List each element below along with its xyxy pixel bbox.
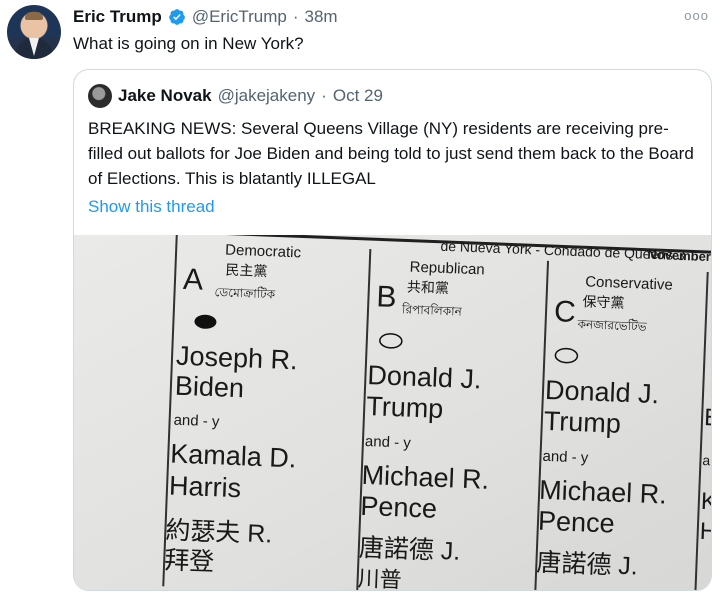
tweet-time[interactable]: 38m [305, 7, 338, 27]
verified-badge-icon [168, 9, 185, 25]
more-options-icon[interactable]: ooo [684, 8, 709, 23]
photo-shade [74, 235, 711, 590]
separator-dot: · [321, 86, 327, 105]
quoted-tweet-header: Jake Novak @jakejakeny · Oct 29 [88, 84, 383, 108]
quoted-author-handle[interactable]: @jakejakeny [218, 86, 316, 106]
show-thread-link[interactable]: Show this thread [88, 197, 215, 217]
avatar-hair [25, 12, 43, 20]
quoted-tweet[interactable]: Jake Novak @jakejakeny · Oct 29 BREAKING… [73, 69, 712, 591]
quoted-tweet-text: BREAKING NEWS: Several Queens Village (N… [88, 119, 694, 188]
ballot-photo[interactable]: de Nueva York - Condado de Queens 3 Nove… [74, 235, 711, 590]
tweet-header: Eric Trump @EricTrump · 38m [73, 6, 338, 28]
tweet-text: What is going on in New York? [73, 34, 304, 53]
author-handle[interactable]: @EricTrump [192, 7, 287, 27]
separator-dot: · [292, 7, 299, 26]
quoted-author-avatar[interactable] [88, 84, 112, 108]
quoted-tweet-date[interactable]: Oct 29 [333, 86, 383, 106]
author-avatar[interactable] [7, 5, 61, 59]
ballot-image: de Nueva York - Condado de Queens 3 Nove… [74, 235, 711, 590]
quoted-author-name[interactable]: Jake Novak [118, 86, 212, 106]
author-name[interactable]: Eric Trump [73, 7, 162, 27]
